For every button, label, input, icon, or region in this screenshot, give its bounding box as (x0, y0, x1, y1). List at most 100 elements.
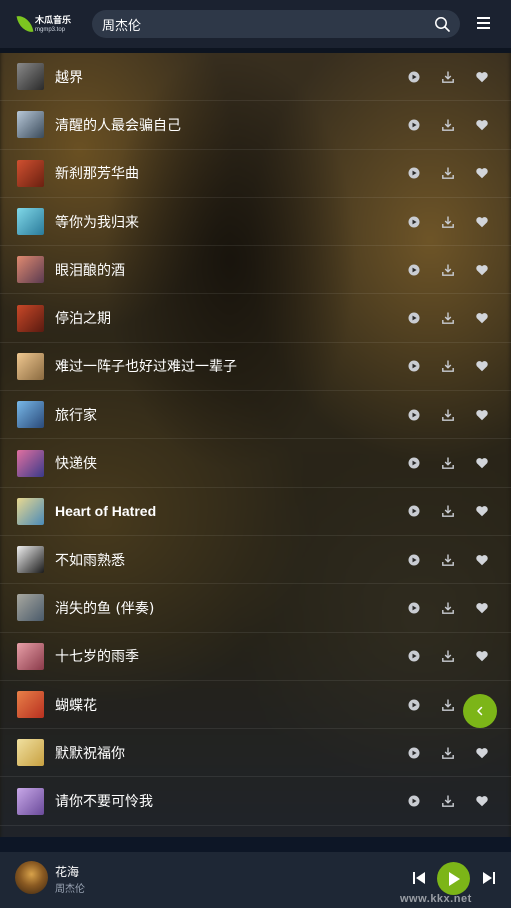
download-icon[interactable] (441, 601, 455, 615)
song-row[interactable]: 消失的鱼 (伴奏) (0, 584, 511, 633)
song-row[interactable]: 蝴蝶花 (0, 681, 511, 730)
song-title[interactable]: 等你为我归来 (55, 212, 139, 232)
song-row[interactable]: 旅行家 (0, 391, 511, 440)
song-thumbnail[interactable] (17, 642, 44, 670)
search-input[interactable] (102, 16, 412, 32)
heart-icon[interactable] (475, 649, 489, 663)
play-song-icon[interactable] (407, 311, 421, 325)
collapse-fab-button[interactable] (463, 694, 497, 728)
song-title[interactable]: 难过一阵子也好过难过一辈子 (55, 356, 237, 376)
download-icon[interactable] (441, 408, 455, 422)
heart-icon[interactable] (475, 456, 489, 470)
heart-icon[interactable] (475, 504, 489, 518)
song-row[interactable]: 停泊之期 (0, 294, 511, 343)
song-row[interactable]: 十七岁的雨季 (0, 633, 511, 681)
song-title[interactable]: 请你不要可怜我 (55, 791, 153, 811)
song-row[interactable]: 默默祝福你 (0, 729, 511, 778)
song-thumbnail[interactable] (17, 304, 44, 332)
download-icon[interactable] (441, 215, 455, 229)
download-icon[interactable] (441, 359, 455, 373)
download-icon[interactable] (441, 311, 455, 325)
song-row[interactable]: 越界 (0, 53, 511, 102)
heart-icon[interactable] (475, 746, 489, 760)
song-row[interactable]: 不如雨熟悉 (0, 536, 511, 585)
play-song-icon[interactable] (407, 746, 421, 760)
play-song-icon[interactable] (407, 649, 421, 663)
play-song-icon[interactable] (407, 118, 421, 132)
player-cover-art[interactable] (15, 861, 48, 894)
song-thumbnail[interactable] (17, 691, 44, 718)
song-title[interactable]: 十七岁的雨季 (55, 646, 139, 666)
heart-icon[interactable] (475, 118, 489, 132)
song-row[interactable]: 难过一阵子也好过难过一辈子 (0, 343, 511, 392)
song-thumbnail[interactable] (17, 594, 44, 622)
song-title[interactable]: 不如雨熟悉 (55, 550, 125, 570)
song-thumbnail[interactable] (17, 546, 44, 574)
heart-icon[interactable] (475, 359, 489, 373)
download-icon[interactable] (441, 456, 455, 470)
heart-icon[interactable] (475, 311, 489, 325)
play-song-icon[interactable] (407, 408, 421, 422)
song-row[interactable]: Heart of Hatred (0, 488, 511, 536)
song-row[interactable]: 请你不要可怜我 (0, 777, 511, 826)
download-icon[interactable] (441, 553, 455, 567)
song-thumbnail[interactable] (17, 401, 44, 429)
song-title[interactable]: 眼泪酿的酒 (55, 260, 125, 280)
play-song-icon[interactable] (407, 359, 421, 373)
play-song-icon[interactable] (407, 504, 421, 518)
song-title[interactable]: 蝴蝶花 (55, 695, 97, 715)
song-row[interactable]: 快递侠 (0, 439, 511, 488)
song-thumbnail[interactable] (17, 352, 44, 380)
song-row[interactable]: 清醒的人最会骗自己 (0, 101, 511, 150)
play-song-icon[interactable] (407, 263, 421, 277)
song-title[interactable]: 旅行家 (55, 405, 97, 425)
song-thumbnail[interactable] (17, 449, 44, 477)
play-song-icon[interactable] (407, 794, 421, 808)
song-thumbnail[interactable] (17, 63, 44, 91)
play-song-icon[interactable] (407, 70, 421, 84)
next-track-button[interactable] (481, 870, 497, 886)
song-title[interactable]: Heart of Hatred (55, 503, 156, 519)
song-title[interactable]: 清醒的人最会骗自己 (55, 115, 181, 135)
heart-icon[interactable] (475, 70, 489, 84)
song-thumbnail[interactable] (17, 256, 44, 284)
heart-icon[interactable] (475, 553, 489, 567)
song-title[interactable]: 默默祝福你 (55, 743, 125, 763)
song-row[interactable]: 新刹那芳华曲 (0, 150, 511, 198)
download-icon[interactable] (441, 263, 455, 277)
play-song-icon[interactable] (407, 601, 421, 615)
song-thumbnail[interactable] (17, 208, 44, 236)
play-song-icon[interactable] (407, 553, 421, 567)
song-title[interactable]: 新刹那芳华曲 (55, 163, 139, 183)
song-thumbnail[interactable] (17, 111, 44, 139)
download-icon[interactable] (441, 504, 455, 518)
heart-icon[interactable] (475, 263, 489, 277)
download-icon[interactable] (441, 166, 455, 180)
play-song-icon[interactable] (407, 698, 421, 712)
song-row[interactable]: 等你为我归来 (0, 198, 511, 247)
play-song-icon[interactable] (407, 215, 421, 229)
song-thumbnail[interactable] (17, 739, 44, 767)
heart-icon[interactable] (475, 408, 489, 422)
song-thumbnail[interactable] (17, 497, 44, 525)
play-button[interactable] (437, 862, 470, 895)
download-icon[interactable] (441, 746, 455, 760)
search-icon[interactable] (434, 16, 450, 32)
heart-icon[interactable] (475, 601, 489, 615)
play-song-icon[interactable] (407, 166, 421, 180)
heart-icon[interactable] (475, 166, 489, 180)
download-icon[interactable] (441, 649, 455, 663)
download-icon[interactable] (441, 70, 455, 84)
song-title[interactable]: 消失的鱼 (伴奏) (55, 598, 154, 618)
song-thumbnail[interactable] (17, 787, 44, 815)
song-title[interactable]: 快递侠 (55, 453, 97, 473)
download-icon[interactable] (441, 118, 455, 132)
download-icon[interactable] (441, 698, 455, 712)
download-icon[interactable] (441, 794, 455, 808)
previous-track-button[interactable] (411, 870, 427, 886)
song-title[interactable]: 停泊之期 (55, 308, 111, 328)
heart-icon[interactable] (475, 794, 489, 808)
play-song-icon[interactable] (407, 456, 421, 470)
song-title[interactable]: 越界 (55, 67, 83, 87)
song-row[interactable]: 眼泪酿的酒 (0, 246, 511, 295)
